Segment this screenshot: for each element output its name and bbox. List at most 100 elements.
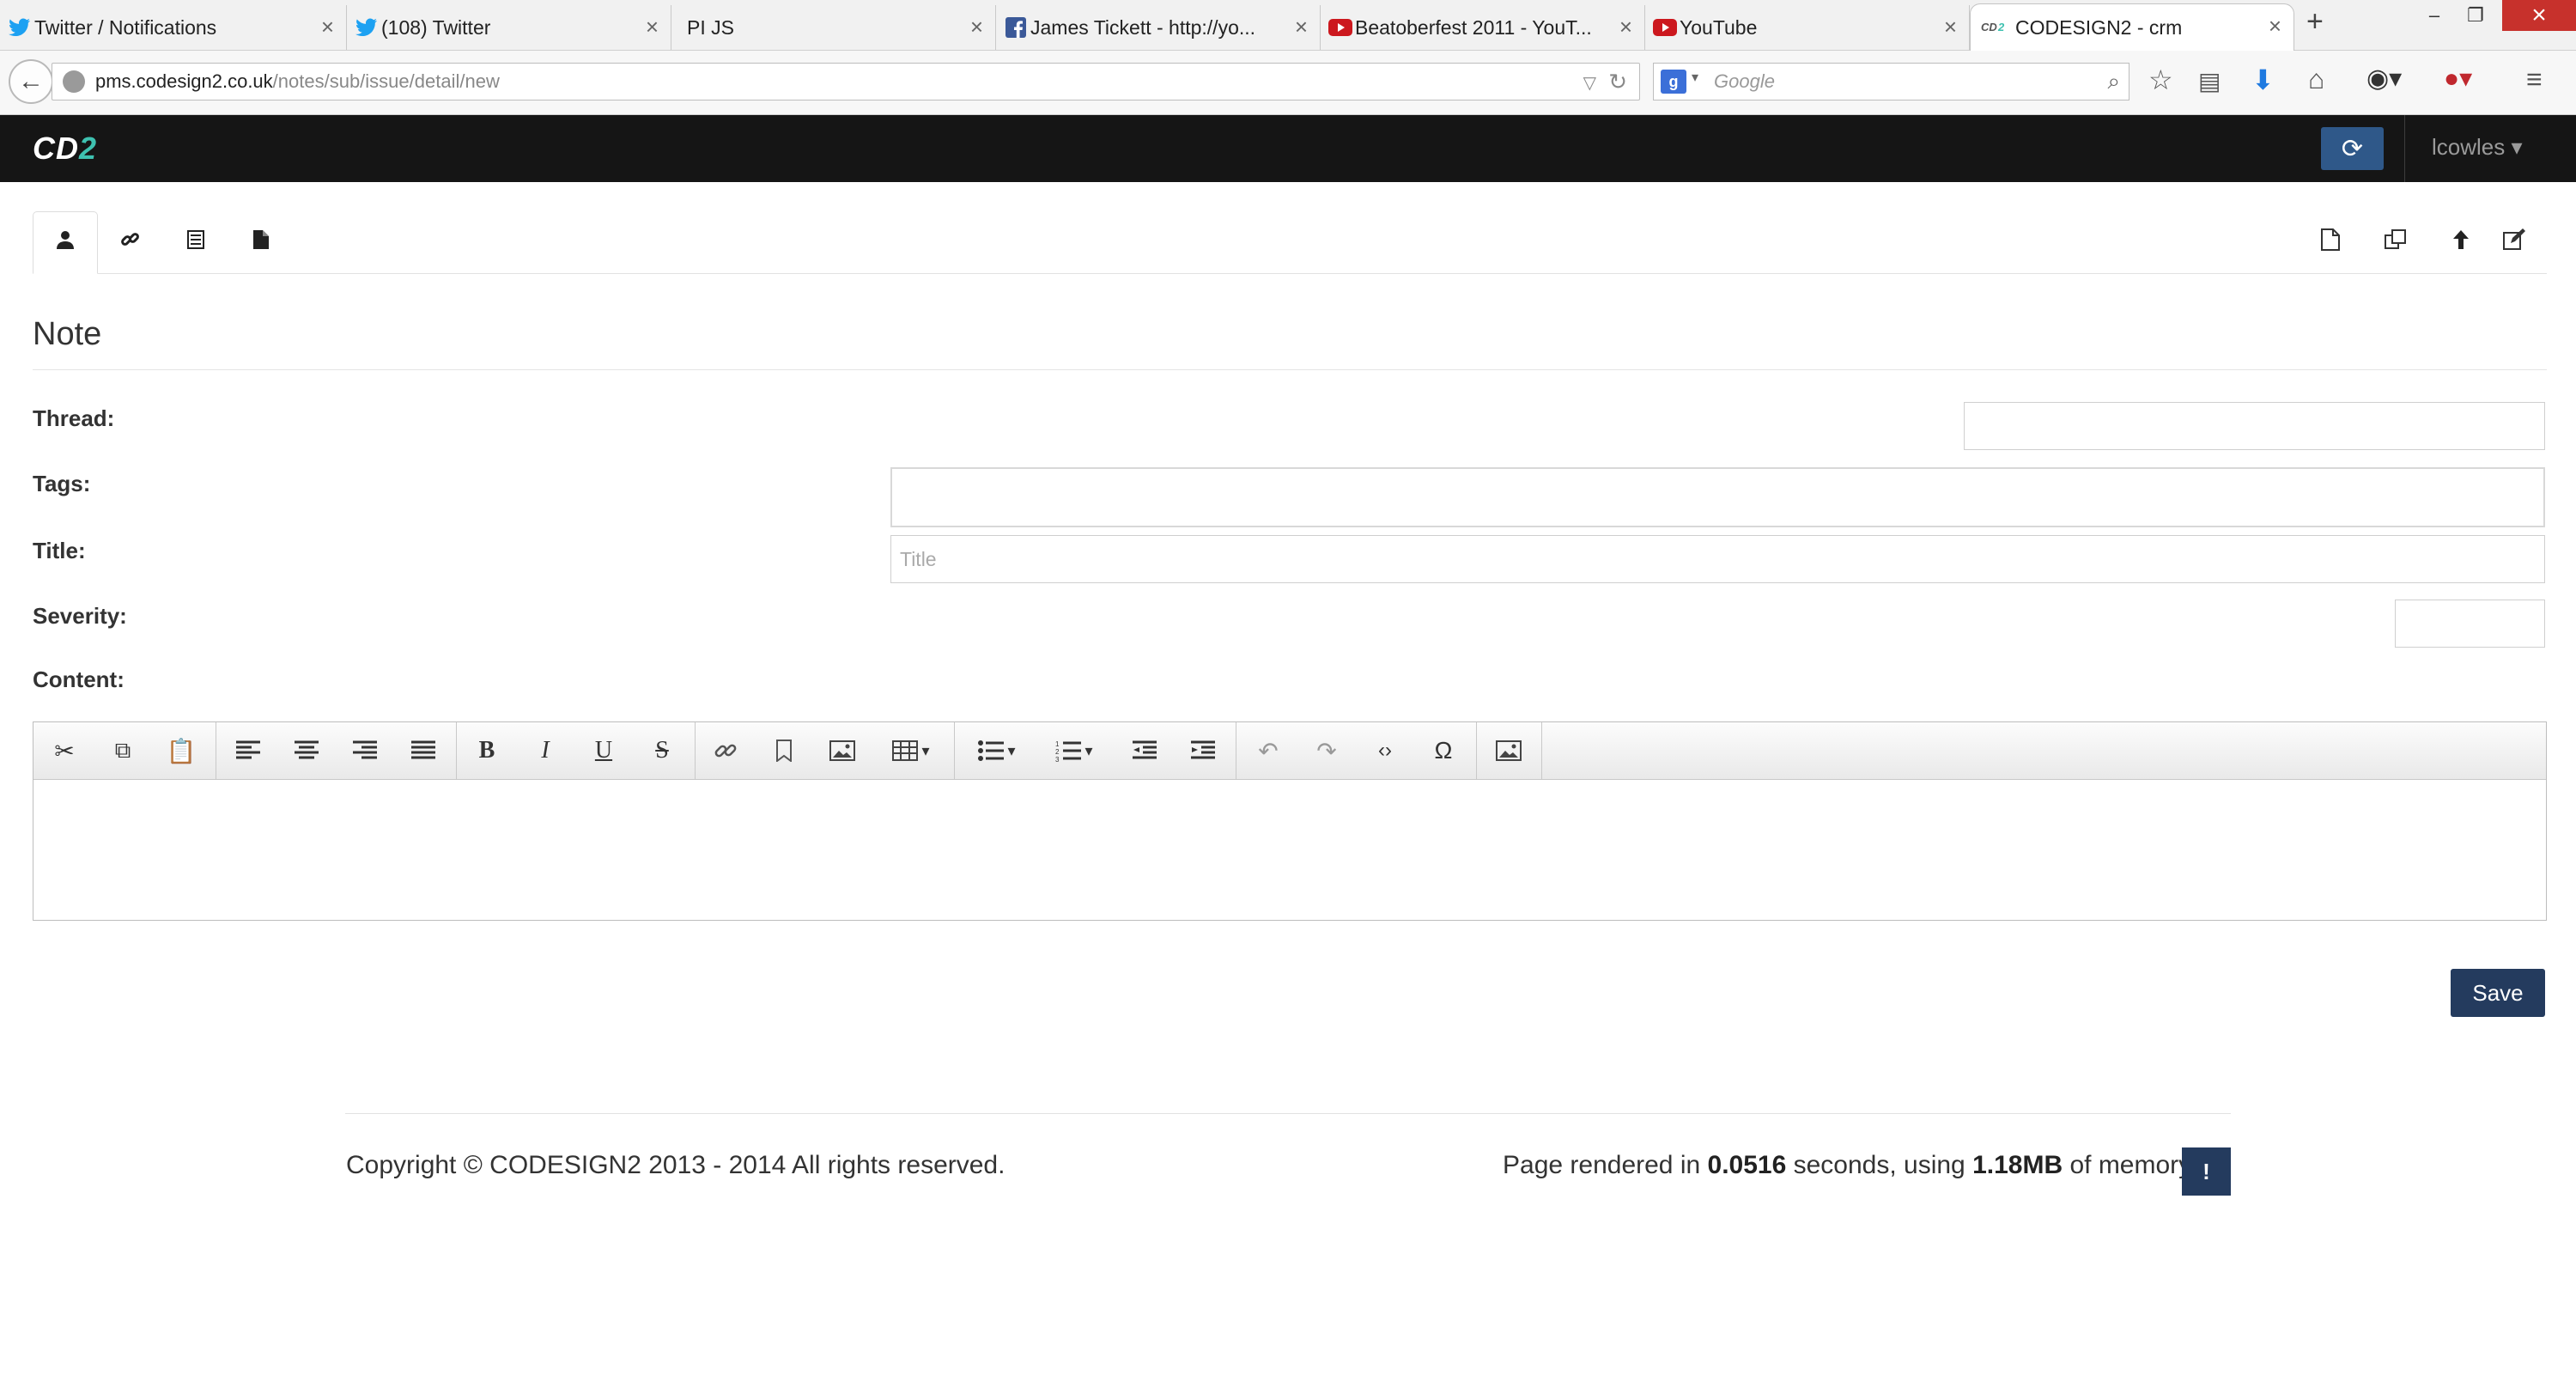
debug-info-button[interactable]: ! — [2182, 1147, 2231, 1196]
google-icon: g — [1661, 70, 1686, 94]
align-justify-icon[interactable] — [396, 731, 451, 770]
tab-label: James Tickett - http://yo... — [1030, 15, 1256, 39]
severity-select[interactable] — [2395, 600, 2545, 648]
close-tab-icon[interactable]: × — [1295, 14, 1308, 40]
sub-toolbar — [33, 211, 2547, 274]
close-tab-icon[interactable]: × — [1619, 14, 1632, 40]
cut-icon[interactable]: ✂ — [37, 731, 92, 770]
toolbar-separator — [1541, 722, 1542, 779]
link-icon[interactable] — [698, 731, 753, 770]
new-tab-button[interactable]: + — [2306, 5, 2324, 39]
youtube-icon — [1327, 15, 1353, 40]
tab-list[interactable] — [163, 211, 228, 273]
italic-icon[interactable]: I — [518, 731, 573, 770]
refresh-button[interactable]: ⟳ — [2321, 127, 2384, 170]
address-bar[interactable]: pms.codesign2.co.uk/notes/sub/issue/deta… — [52, 63, 1640, 100]
tags-label: Tags: — [33, 471, 91, 496]
tags-input[interactable] — [890, 467, 2545, 527]
content-textarea[interactable] — [33, 780, 2546, 920]
new-file-icon — [2321, 228, 2340, 257]
bookmark-star-icon[interactable]: ☆ — [2148, 64, 2173, 96]
render-mid: seconds, using — [1786, 1151, 1973, 1179]
restore-window-icon[interactable]: ❐ — [2456, 0, 2495, 31]
browser-tab[interactable]: YouTube × — [1645, 5, 1970, 50]
underline-icon[interactable]: U — [576, 731, 631, 770]
user-menu[interactable]: lcowles ▾ — [2432, 134, 2523, 161]
browser-tab[interactable]: Beatoberfest 2011 - YouT... × — [1321, 5, 1645, 50]
render-suffix: of memory. — [2063, 1151, 2197, 1179]
close-tab-icon[interactable]: × — [2269, 13, 2281, 40]
tab-label: CODESIGN2 - crm — [2015, 15, 2183, 39]
tab-label: Twitter / Notifications — [34, 15, 217, 39]
close-tab-icon[interactable]: × — [646, 14, 659, 40]
footer-divider — [345, 1113, 2231, 1114]
adblock-icon[interactable]: ●▾ — [2444, 64, 2472, 94]
paste-icon[interactable]: 📋 — [154, 731, 209, 770]
dropdown-arrow-icon[interactable]: ▽ — [1583, 72, 1596, 94]
file-icon — [253, 229, 269, 255]
toolbar-separator — [695, 722, 696, 779]
search-icon[interactable]: ⌕ — [2107, 68, 2120, 95]
refresh-icon: ⟳ — [2341, 134, 2364, 163]
brand-logo[interactable]: CD2 — [33, 131, 97, 167]
svg-text:2: 2 — [1055, 748, 1060, 756]
copy-icon[interactable]: ⧉ — [95, 731, 150, 770]
browser-tab-active[interactable]: CD 2 CODESIGN2 - crm × — [1970, 3, 2294, 51]
search-placeholder: Google — [1714, 70, 1775, 92]
browser-tab[interactable]: (108) Twitter × — [347, 5, 671, 50]
outdent-icon[interactable] — [1117, 731, 1172, 770]
align-left-icon[interactable] — [221, 731, 276, 770]
download-icon[interactable]: ⬇ — [2251, 64, 2275, 96]
tab-label: PI JS — [687, 15, 734, 39]
undo-icon[interactable]: ↶ — [1241, 731, 1296, 770]
insert-image-icon[interactable] — [1481, 731, 1536, 770]
tab-links[interactable] — [98, 211, 163, 273]
url-host: pms.codesign2.co.uk — [95, 70, 273, 92]
bookmark-icon[interactable] — [756, 731, 811, 770]
title-placeholder: Title — [900, 547, 937, 570]
facebook-icon — [1003, 15, 1029, 40]
bold-icon[interactable]: B — [459, 731, 514, 770]
minimize-window-icon[interactable]: – — [2415, 0, 2454, 31]
duplicate-button[interactable] — [2363, 211, 2428, 273]
addon-icon[interactable]: ◉▾ — [2366, 64, 2402, 94]
search-input[interactable]: g ▾ Google ⌕ — [1653, 63, 2129, 100]
home-icon[interactable]: ⌂ — [2308, 64, 2324, 95]
youtube-icon — [1652, 15, 1678, 40]
image-icon[interactable] — [815, 731, 870, 770]
bookmarks-list-icon[interactable]: ▤ — [2198, 67, 2221, 95]
close-tab-icon[interactable]: × — [970, 14, 983, 40]
render-stats: Page rendered in 0.0516 seconds, using 1… — [1503, 1151, 2196, 1180]
thread-label: Thread: — [33, 405, 115, 431]
source-code-icon[interactable]: ‹› — [1358, 731, 1413, 770]
table-icon[interactable]: ▾ — [875, 731, 947, 770]
browser-tab[interactable]: Twitter / Notifications × — [0, 5, 347, 50]
chevron-down-icon[interactable]: ▾ — [1692, 69, 1698, 86]
browser-tab[interactable]: PI JS × — [671, 5, 996, 50]
close-window-icon[interactable]: × — [2502, 0, 2576, 31]
new-document-button[interactable] — [2298, 211, 2363, 273]
link-icon — [121, 230, 140, 255]
close-tab-icon[interactable]: × — [1944, 14, 1957, 40]
numbered-list-icon[interactable]: 123 ▾ — [1038, 731, 1110, 770]
thread-select[interactable] — [1964, 402, 2545, 450]
tab-document[interactable] — [228, 211, 294, 273]
redo-icon[interactable]: ↷ — [1299, 731, 1354, 770]
svg-text:1: 1 — [1055, 740, 1060, 748]
strikethrough-icon[interactable]: S — [635, 731, 690, 770]
special-character-icon[interactable]: Ω — [1416, 731, 1471, 770]
align-right-icon[interactable] — [337, 731, 392, 770]
reload-icon[interactable]: ↻ — [1608, 69, 1627, 95]
arrow-up-icon — [2451, 228, 2470, 257]
indent-icon[interactable] — [1176, 731, 1230, 770]
browser-tab[interactable]: James Tickett - http://yo... × — [996, 5, 1321, 50]
bullet-list-icon[interactable]: ▾ — [961, 731, 1033, 770]
edit-button[interactable] — [2482, 211, 2547, 273]
align-center-icon[interactable] — [279, 731, 334, 770]
save-button[interactable]: Save — [2451, 969, 2545, 1017]
back-arrow-icon[interactable]: ← — [9, 59, 53, 104]
menu-icon[interactable]: ≡ — [2526, 64, 2543, 95]
tab-user[interactable] — [33, 211, 98, 274]
close-tab-icon[interactable]: × — [321, 14, 334, 40]
title-input[interactable]: Title — [890, 535, 2545, 583]
